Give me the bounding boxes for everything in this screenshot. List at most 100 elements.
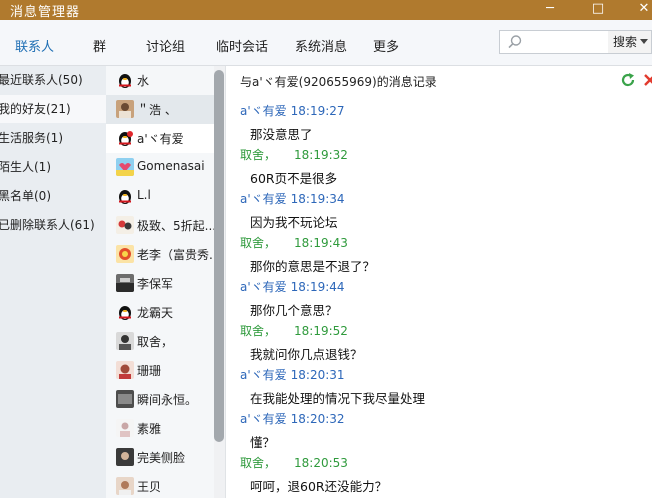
contact-item[interactable]: 完美侧脸 [106,443,216,472]
tab-groups[interactable]: 群 [93,36,106,55]
contact-item[interactable]: 水 [106,66,216,95]
tab-more[interactable]: 更多 [373,36,399,55]
message-sender: 取舍， [240,148,277,162]
message-time: 18:19:32 [294,148,348,162]
contact-item[interactable]: 李保军 [106,269,216,298]
title-bar: 消息管理器 ─ □ ✕ [0,0,652,20]
contact-item[interactable]: 珊珊 [106,356,216,385]
contact-name: 完美侧脸 [137,451,186,465]
message-sender: 取舍， [240,324,277,338]
photo-avatar [116,274,134,292]
message-meta: 取舍， 18:19:32 [240,146,348,163]
tab-temp-sessions[interactable]: 临时会话 [216,36,268,55]
search-box [499,30,609,54]
photo-avatar [116,448,134,466]
message-sender: a'ヾ有爱 [240,280,287,294]
close-window-button[interactable]: ✕ [624,0,652,20]
category-life-services[interactable]: 生活服务(1) [0,124,106,152]
photo-avatar [116,216,134,234]
message-time: 18:19:43 [294,236,348,250]
category-blacklist[interactable]: 黑名单(0) [0,182,106,210]
contact-name: L.l [137,188,151,202]
message-meta: a'ヾ有爱 18:19:27 [240,102,345,119]
contact-item[interactable]: a'ヾ有爱 [106,124,216,153]
contact-item[interactable]: 极致、5折起... [106,211,216,240]
contact-item[interactable]: 瞬间永恒。 [106,385,216,414]
photo-avatar [116,332,134,350]
message-time: 18:20:32 [290,412,345,426]
message-time: 18:19:27 [290,104,345,118]
qq-penguin-icon [119,131,133,146]
contact-name: ＂浩 、 [137,103,177,117]
photo-avatar [116,390,134,408]
photo-avatar [116,100,134,118]
message-meta: 取舍， 18:19:52 [240,322,348,339]
contact-name: 取舍， [137,335,174,349]
window-title: 消息管理器 [10,5,81,20]
message-sender: 取舍， [240,456,277,470]
message-text: 60R页不是很多 [250,171,338,186]
minimize-button[interactable]: ─ [530,0,570,20]
history-header: 与a'ヾ有爱(920655969)的消息记录 [240,75,437,89]
search-input[interactable] [526,32,606,52]
search-button-label: 搜索 [613,35,638,49]
message-time: 18:19:52 [294,324,348,338]
chevron-down-icon[interactable] [640,39,649,44]
photo-avatar [116,361,134,379]
message-time: 18:20:53 [294,456,348,470]
contact-item[interactable]: 龙霸天 [106,298,216,327]
tab-bar: 联系人 群 讨论组 临时会话 系统消息 更多 搜索 [0,20,652,66]
tab-contacts[interactable]: 联系人 [15,36,54,55]
contact-list: 水 ＂浩 、 a'ヾ有爱 Gomenasai L.l 极致、5折起... 老李（… [106,66,226,498]
maximize-button[interactable]: □ [578,0,618,20]
contact-name: 瞬间永恒。 [137,393,198,407]
message-text: 那你几个意思？ [250,303,338,318]
refresh-icon[interactable] [620,72,636,88]
message-meta: 取舍， 18:20:53 [240,454,348,471]
contact-name: 老李（富贵秀... [137,248,217,262]
category-deleted-contacts[interactable]: 已删除联系人(61) [0,211,106,239]
contact-item[interactable]: ＂浩 、 [106,95,216,124]
category-recent[interactable]: 最近联系人(50) [0,66,106,94]
contact-name: a'ヾ有爱 [137,132,184,146]
message-sender: a'ヾ有爱 [240,368,287,382]
contact-item[interactable]: Gomenasai [106,153,216,182]
message-sender: a'ヾ有爱 [240,412,287,426]
message-meta: 取舍， 18:19:43 [240,234,348,251]
message-sender: a'ヾ有爱 [240,192,287,206]
contact-name: 王贝 [137,480,162,494]
message-sender: a'ヾ有爱 [240,104,287,118]
message-text: 懂？ [250,435,276,450]
qq-penguin-icon [119,306,131,320]
message-text: 那你的意思是不退了？ [250,259,376,274]
delete-icon[interactable] [643,72,652,88]
message-meta: a'ヾ有爱 18:19:34 [240,190,345,207]
qq-penguin-icon [119,74,131,88]
contact-item[interactable]: 素雅 [106,414,216,443]
message-text: 因为我不玩论坛 [250,215,338,230]
contact-name: Gomenasai [137,159,205,173]
contact-item[interactable]: L.l [106,182,216,211]
message-time: 18:19:44 [290,280,345,294]
contact-item[interactable]: 老李（富贵秀... [106,240,217,269]
contact-scrollbar-thumb[interactable] [214,70,224,442]
search-icon [508,35,522,49]
contact-name: 极致、5折起... [137,219,217,233]
photo-avatar [116,158,134,176]
contact-name: 水 [137,74,150,88]
category-panel: 最近联系人(50) 我的好友(21) 生活服务(1) 陌生人(1) 黑名单(0)… [0,66,106,498]
contact-item[interactable]: 王贝 [106,472,216,498]
message-meta: a'ヾ有爱 18:20:32 [240,410,345,427]
category-my-friends[interactable]: 我的好友(21) [0,95,106,123]
qq-penguin-icon [119,190,131,204]
message-time: 18:19:34 [290,192,345,206]
contact-item[interactable]: 取舍， [106,327,216,356]
contact-name: 李保军 [137,277,174,291]
category-strangers[interactable]: 陌生人(1) [0,153,106,181]
tab-discussion-groups[interactable]: 讨论组 [146,36,185,55]
message-meta: a'ヾ有爱 18:20:31 [240,366,345,383]
message-meta: a'ヾ有爱 18:19:44 [240,278,345,295]
search-button[interactable]: 搜索 [608,30,652,54]
message-text: 我就问你几点退钱？ [250,347,363,362]
tab-system-messages[interactable]: 系统消息 [295,36,347,55]
